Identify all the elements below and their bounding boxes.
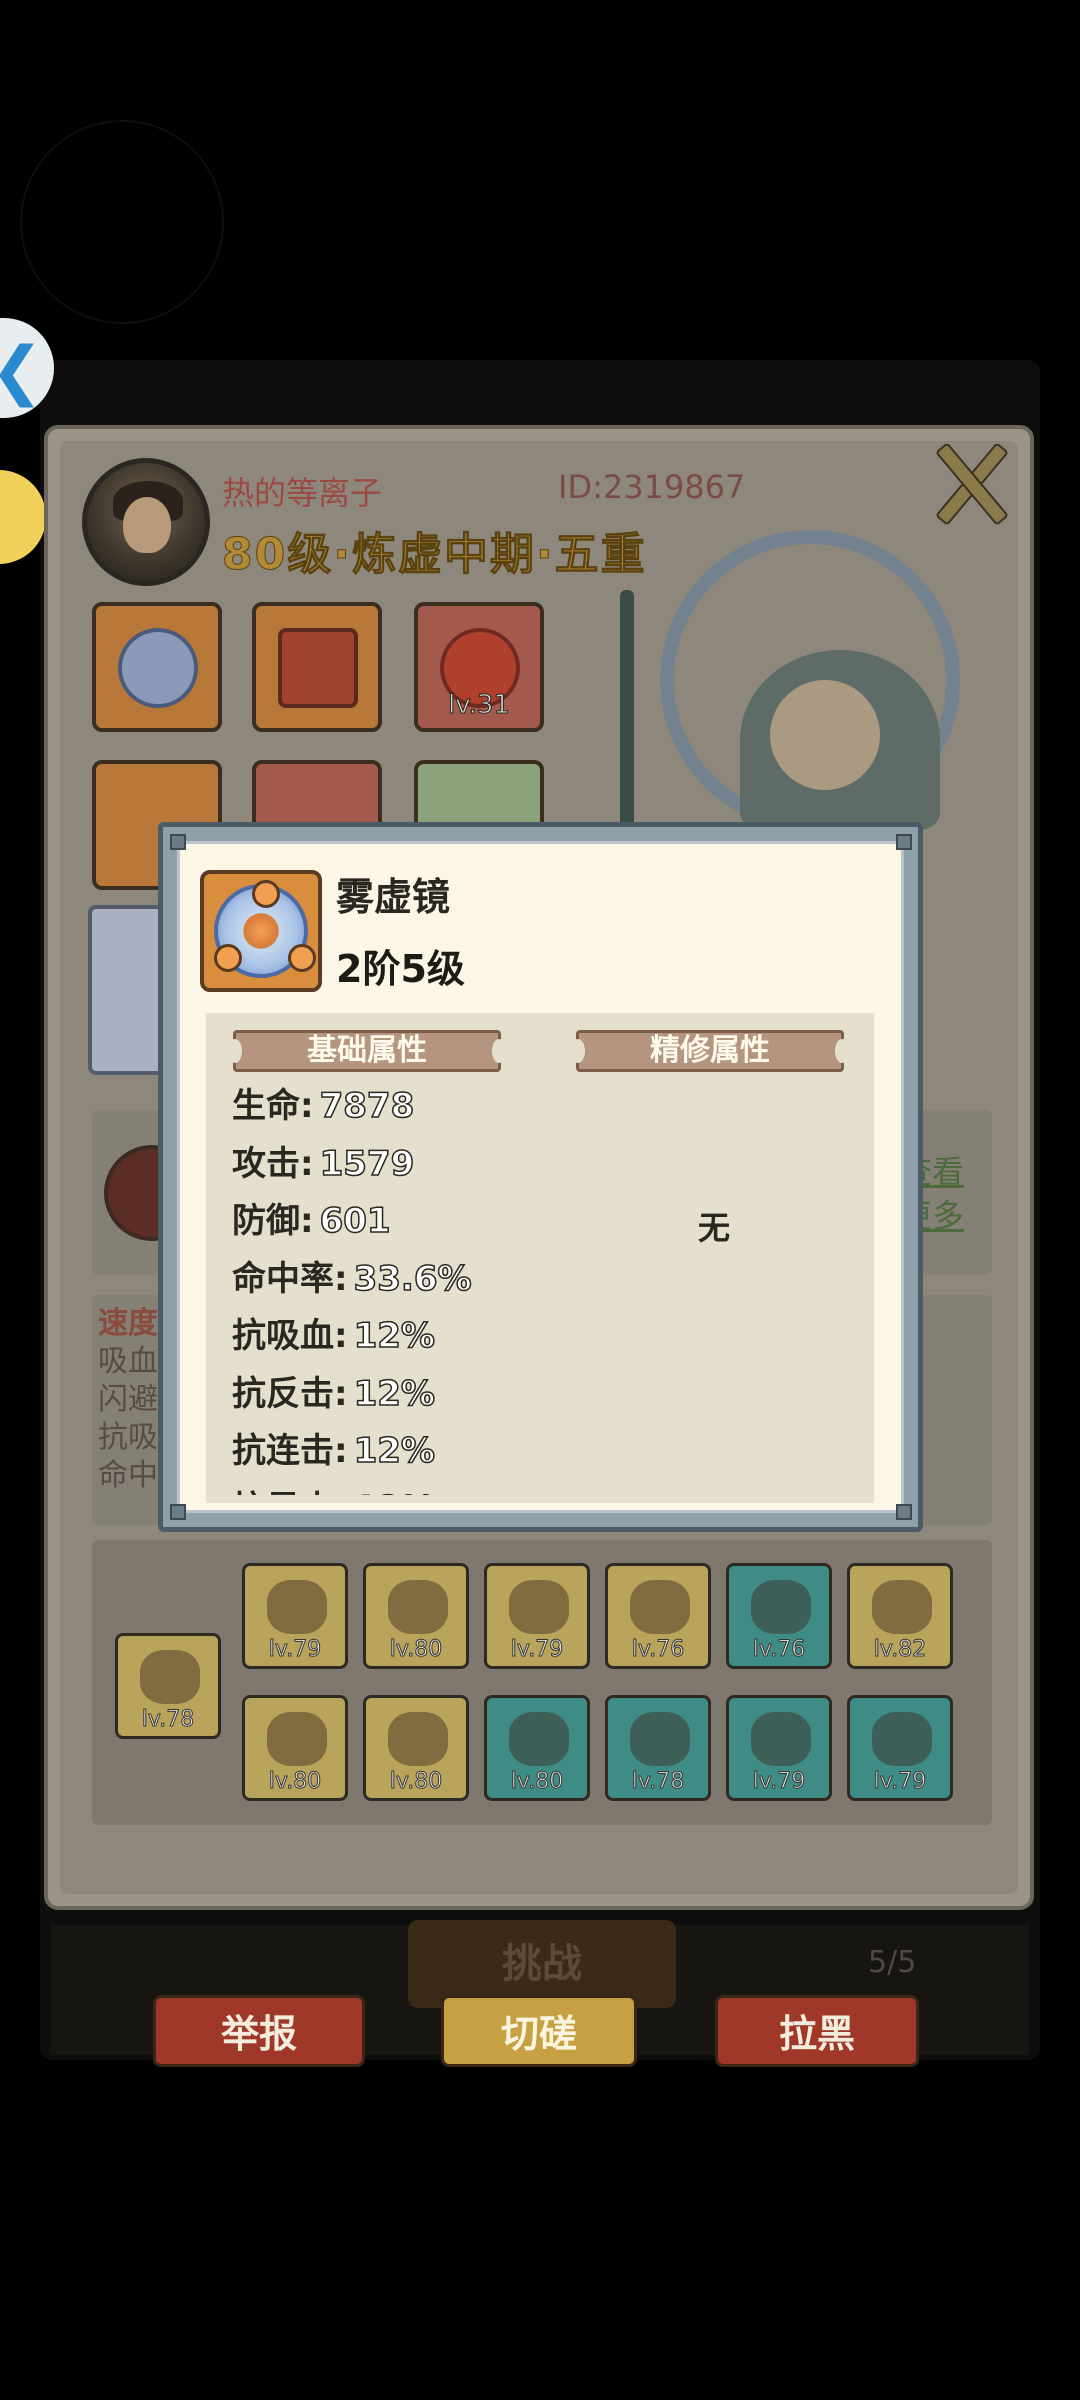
slot-mirror[interactable] <box>92 602 222 732</box>
equipment-slot[interactable]: lv.78 <box>605 1695 711 1801</box>
equipment-level: lv.76 <box>752 1637 806 1663</box>
equipment-icon <box>388 1712 448 1766</box>
attribute-row: 攻击: 1579 <box>232 1136 415 1185</box>
stats-labels: 速度 吸血 闪避 抗吸 命中 <box>98 1306 158 1493</box>
attribute-row: 生命: 7878 <box>232 1078 415 1127</box>
attribute-value: 12% <box>353 1488 436 1495</box>
attribute-label: 抗吸血: <box>232 1316 348 1356</box>
attribute-value: 12% <box>353 1373 436 1415</box>
equipment-slot[interactable]: lv.82 <box>847 1563 953 1669</box>
attribute-value: 12% <box>353 1315 436 1357</box>
equipment-level: lv.80 <box>268 1769 322 1795</box>
attribute-row: 抗反击: 12% <box>232 1366 436 1415</box>
equipment-level: lv.79 <box>510 1637 564 1663</box>
attribute-value: 12% <box>353 1430 436 1472</box>
attribute-list: 生命: 7878 攻击: 1579 防御: 601 命中率: 33.6% 抗吸血: 12% 抗反击:… <box>206 1013 874 1495</box>
equipment-icon <box>509 1580 569 1634</box>
close-panel-icon[interactable] <box>930 440 1010 526</box>
character-sword <box>620 590 634 850</box>
equipment-icon <box>630 1580 690 1634</box>
slot-book[interactable] <box>252 602 382 732</box>
equipment-icon <box>751 1580 811 1634</box>
attribute-row: 抗暴击: 12% <box>232 1481 436 1496</box>
equipment-level: lv.80 <box>510 1769 564 1795</box>
player-name: 热的等离子 <box>222 474 383 512</box>
slot-level: lv.31 <box>448 690 511 721</box>
equipment-slot[interactable]: lv.79 <box>242 1563 348 1669</box>
character-head <box>770 680 880 790</box>
player-id: ID:2319867 <box>558 468 746 506</box>
equipment-slot[interactable]: lv.80 <box>363 1695 469 1801</box>
equipment-slot[interactable]: lv.80 <box>363 1563 469 1669</box>
equipment-slot[interactable]: lv.76 <box>605 1563 711 1669</box>
equipment-icon <box>267 1712 327 1766</box>
equipment-level: lv.79 <box>752 1769 806 1795</box>
refine-empty-text: 无 <box>698 1209 731 1247</box>
slot-dragon[interactable]: lv.31 <box>414 602 544 732</box>
report-button[interactable]: 举报 <box>153 1995 365 2067</box>
item-level: 2阶5级 <box>336 947 465 991</box>
equip-weapon[interactable]: lv.78 <box>115 1633 221 1739</box>
attribute-value: 7878 <box>319 1085 415 1127</box>
attribute-label: 抗反击: <box>232 1373 348 1414</box>
equipment-icon <box>388 1580 448 1634</box>
attribute-row: 防御: 601 <box>232 1193 391 1242</box>
equipment-icon <box>872 1712 932 1766</box>
book-icon <box>278 628 358 708</box>
attribute-value: 33.6% <box>353 1258 472 1300</box>
player-avatar <box>82 458 210 586</box>
attribute-label: 防御: <box>232 1201 314 1241</box>
equipment-level: lv.82 <box>873 1637 927 1663</box>
attribute-label: 命中率: <box>232 1258 348 1299</box>
equipment-level: lv.80 <box>389 1637 443 1663</box>
equipment-icon <box>872 1580 932 1634</box>
background-avatar-ghost <box>20 120 224 324</box>
equipment-slot[interactable]: lv.80 <box>242 1695 348 1801</box>
mirror-icon <box>118 628 198 708</box>
attribute-label: 抗暴击: <box>232 1489 348 1496</box>
equipment-level: lv.79 <box>873 1769 927 1795</box>
block-button[interactable]: 拉黑 <box>715 1995 919 2067</box>
attribute-row: 命中率: 33.6% <box>232 1251 472 1300</box>
equipment-level: lv.76 <box>631 1637 685 1663</box>
spear-icon <box>140 1650 200 1704</box>
equipment-icon <box>267 1580 327 1634</box>
equipment-icon <box>630 1712 690 1766</box>
equipment-slot[interactable]: lv.80 <box>484 1695 590 1801</box>
equipment-level: lv.79 <box>268 1637 322 1663</box>
attribute-row: 抗吸血: 12% <box>232 1308 436 1357</box>
challenge-counter: 5/5 <box>868 1945 917 1980</box>
spar-button[interactable]: 切磋 <box>441 1995 637 2067</box>
attribute-label: 生命: <box>232 1086 314 1126</box>
attribute-value: 601 <box>319 1200 391 1242</box>
equipment-icon <box>509 1712 569 1766</box>
attribute-row: 抗连击: 12% <box>232 1423 436 1472</box>
item-name: 雾虚镜 <box>336 875 451 919</box>
equipment-slot[interactable]: lv.79 <box>726 1695 832 1801</box>
player-realm: 80级·炼虚中期·五重 <box>222 529 647 581</box>
equipment-slot[interactable]: lv.79 <box>847 1695 953 1801</box>
equipment-level: lv.80 <box>389 1769 443 1795</box>
mirror-item-icon <box>200 870 322 992</box>
attribute-label: 抗连击: <box>232 1431 348 1471</box>
equipment-slot[interactable]: lv.79 <box>484 1563 590 1669</box>
attribute-label: 攻击: <box>232 1143 314 1184</box>
equipment-slot[interactable]: lv.76 <box>726 1563 832 1669</box>
attribute-value: 1579 <box>319 1143 415 1185</box>
equipment-icon <box>751 1712 811 1766</box>
equipment-level: lv.78 <box>631 1769 685 1795</box>
